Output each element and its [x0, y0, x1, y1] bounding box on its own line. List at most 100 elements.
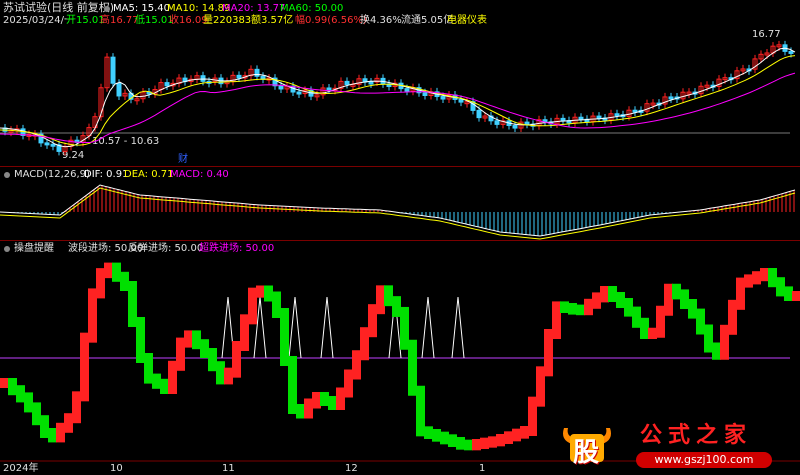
- price-panel-dot-icon: [104, 6, 110, 12]
- indicator-step: [256, 285, 265, 298]
- indicator-step: [120, 271, 129, 291]
- watermark-text: 公式之家: [640, 423, 753, 448]
- indicator-step: [288, 356, 297, 414]
- indicator-step: [680, 289, 689, 309]
- indicator-step: [144, 353, 153, 384]
- indicator-step: [584, 298, 593, 316]
- indicator-step: [736, 277, 745, 310]
- indicator-step: [80, 332, 89, 402]
- indicator-step: [200, 339, 209, 358]
- candle-body: [116, 82, 122, 97]
- indicator-step: [136, 317, 145, 363]
- indicator-step: [224, 367, 233, 385]
- ma10-line: [0, 55, 796, 146]
- indicator-panel-dot-icon: [4, 246, 10, 252]
- indicator-step: [192, 330, 201, 350]
- indicator-step: [760, 268, 769, 282]
- candle-body: [788, 50, 794, 54]
- indicator-step: [344, 369, 353, 398]
- indicator-step: [40, 415, 49, 438]
- indicator-step: [96, 268, 105, 299]
- candle-body: [476, 109, 482, 119]
- x-axis-month-12: 12: [345, 463, 358, 474]
- indicator-step: [32, 402, 41, 426]
- candle-body: [440, 96, 446, 100]
- candle-body: [44, 142, 50, 146]
- indicator-step: [376, 285, 385, 315]
- indicator-step: [784, 286, 793, 301]
- indicator-step: [528, 396, 537, 436]
- indicator-step: [544, 329, 553, 377]
- indicator-step: [592, 292, 601, 309]
- indicator-step: [576, 304, 585, 316]
- indicator-step: [744, 274, 753, 288]
- indicator-step: [448, 434, 457, 447]
- indicator-step: [208, 348, 217, 372]
- indicator-step: [496, 434, 505, 447]
- indicator-step: [424, 426, 433, 439]
- candle-body: [344, 80, 350, 86]
- indicator-step: [704, 324, 713, 353]
- indicator-step: [184, 330, 193, 348]
- candle-body: [578, 116, 584, 120]
- indicator-step: [488, 436, 497, 448]
- entry-spike: [421, 296, 435, 359]
- entry-spike: [288, 296, 302, 359]
- indicator-step: [640, 317, 649, 339]
- candle-body: [50, 143, 56, 147]
- candle-body: [560, 117, 566, 122]
- indicator-step: [552, 301, 561, 339]
- indicator-step: [104, 262, 113, 279]
- candle-body: [110, 56, 116, 84]
- candlestick-series: [2, 40, 794, 156]
- indicator-step: [440, 431, 449, 445]
- indicator-step: [168, 360, 177, 394]
- indicator-step: [248, 287, 257, 325]
- candle-body: [278, 85, 284, 90]
- indicator-step: [752, 271, 761, 285]
- candle-body: [236, 74, 242, 79]
- candle-body: [458, 98, 464, 103]
- indicator-step: [408, 339, 417, 396]
- indicator-step: [536, 366, 545, 407]
- indicator-step: [776, 277, 785, 297]
- x-axis-month-10: 10: [110, 463, 123, 474]
- indicator-step: [560, 301, 569, 313]
- indicator-step: [624, 298, 633, 317]
- indicator-step: [472, 439, 481, 451]
- macd-series: [0, 184, 796, 240]
- watermark-char: 股: [573, 438, 600, 468]
- macd-panel-dot-icon: [4, 172, 10, 178]
- candle-body: [404, 88, 410, 92]
- indicator-step: [568, 303, 577, 315]
- indicator-step: [720, 324, 729, 360]
- indicator-step: [480, 437, 489, 449]
- indicator-step: [320, 392, 329, 406]
- indicator-step: [24, 392, 33, 413]
- indicator-step: [768, 268, 777, 288]
- indicator-step: [16, 385, 25, 403]
- candle-body: [164, 82, 170, 87]
- x-axis-year: 2024年: [3, 463, 39, 474]
- indicator-step: [336, 387, 345, 410]
- indicator-step: [728, 299, 737, 335]
- indicator-step: [176, 337, 185, 371]
- indicator-step: [64, 413, 73, 433]
- indicator-step: [304, 398, 313, 419]
- indicator-step: [272, 291, 281, 318]
- candle-body: [524, 121, 530, 125]
- indicator-step: [688, 299, 697, 319]
- indicator-step: [280, 308, 289, 366]
- indicator-step: [240, 314, 249, 351]
- indicator-step: [152, 373, 161, 389]
- indicator-step: [664, 283, 673, 316]
- indicator-step: [128, 281, 137, 327]
- indicator-step: [72, 391, 81, 424]
- indicator-step: [232, 341, 241, 378]
- x-axis-month-11: 11: [222, 463, 235, 474]
- dea-line: [0, 187, 796, 240]
- indicator-step: [512, 428, 521, 442]
- candle-body: [326, 87, 332, 91]
- indicator-step: [0, 378, 9, 388]
- entry-spike: [320, 296, 334, 359]
